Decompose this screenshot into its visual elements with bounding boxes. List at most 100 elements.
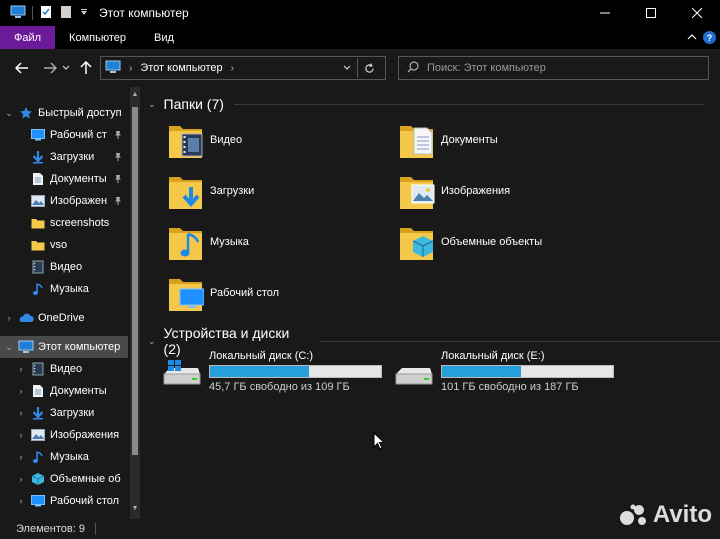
pc-icon xyxy=(18,339,34,355)
music-icon xyxy=(30,449,46,465)
collapsed-chevron-icon[interactable]: › xyxy=(16,496,26,506)
customize-toolbar-icon[interactable] xyxy=(79,7,89,20)
folder-icon xyxy=(30,237,46,253)
folder-download-icon xyxy=(168,171,204,211)
tab-file[interactable]: Файл xyxy=(0,26,56,49)
sidebar-item[interactable]: Загрузки xyxy=(0,146,128,168)
folder-label: Загрузки xyxy=(210,185,255,197)
back-button[interactable] xyxy=(12,56,32,80)
sidebar-item[interactable]: › Объемные об xyxy=(0,468,128,490)
collapsed-chevron-icon[interactable]: › xyxy=(16,386,26,396)
search-field[interactable]: Поиск: Этот компьютер xyxy=(398,56,709,80)
sidebar-item[interactable]: › Загрузки xyxy=(0,402,128,424)
collapsed-chevron-icon[interactable]: › xyxy=(16,364,26,374)
folder-label: Музыка xyxy=(210,236,249,248)
scrollbar-thumb[interactable] xyxy=(132,107,138,455)
tab-view[interactable]: Вид xyxy=(140,26,188,49)
folder-music-icon xyxy=(168,222,204,262)
tab-computer[interactable]: Компьютер xyxy=(55,26,140,49)
sidebar-scrollbar[interactable]: ▲ ▼ xyxy=(130,87,140,519)
help-button[interactable]: ? xyxy=(703,31,716,44)
download-icon xyxy=(30,149,46,165)
sidebar-item[interactable]: vso xyxy=(0,234,128,256)
breadcrumb-chevron-icon[interactable]: › xyxy=(231,63,234,74)
collapsed-chevron-icon[interactable]: › xyxy=(16,430,26,440)
sidebar-item-label: Изображен xyxy=(50,195,108,207)
scroll-up-icon[interactable]: ▲ xyxy=(130,91,140,103)
collapsed-chevron-icon[interactable]: › xyxy=(16,452,26,462)
properties-icon[interactable] xyxy=(39,5,53,22)
sidebar-item[interactable]: › Рабочий стол xyxy=(0,490,128,512)
address-field[interactable]: › Этот компьютер › xyxy=(100,56,386,80)
sidebar-item-label: vso xyxy=(50,239,68,251)
folder-item[interactable]: Документы xyxy=(399,117,619,163)
folder-item[interactable]: Видео xyxy=(168,117,388,163)
ribbon-right-controls: ? xyxy=(687,26,716,49)
drive-usage-bar xyxy=(209,365,382,378)
new-folder-icon[interactable] xyxy=(59,5,73,22)
hard-drive-icon xyxy=(394,360,434,391)
breadcrumb-chevron-icon[interactable]: › xyxy=(129,63,132,74)
drive-item[interactable]: Локальный диск (E:) 101 ГБ свободно из 18… xyxy=(394,350,624,394)
video-icon xyxy=(30,259,46,275)
sidebar-item[interactable]: Документы xyxy=(0,168,128,190)
recent-locations-button[interactable] xyxy=(60,56,72,80)
folder-item[interactable]: Объемные объекты xyxy=(399,219,619,265)
folder-item[interactable]: Музыка xyxy=(168,219,388,265)
sidebar-item[interactable]: screenshots xyxy=(0,212,128,234)
sidebar-item[interactable]: ⌄ Быстрый доступ xyxy=(0,102,128,124)
sidebar-item[interactable]: Рабочий ст xyxy=(0,124,128,146)
minimize-button[interactable] xyxy=(582,0,628,26)
sidebar-item[interactable]: Видео xyxy=(0,256,128,278)
sidebar-item[interactable]: Музыка xyxy=(0,278,128,300)
expanded-chevron-icon[interactable]: ⌄ xyxy=(4,342,14,353)
scroll-down-icon[interactable]: ▼ xyxy=(130,505,140,517)
folder-label: Рабочий стол xyxy=(210,287,280,299)
sidebar-item[interactable]: › Музыка xyxy=(0,446,128,468)
sidebar-item[interactable]: › Видео xyxy=(0,358,128,380)
desktop-icon xyxy=(30,493,46,509)
sidebar-item-label: Видео xyxy=(50,363,83,375)
sidebar-item[interactable]: › Изображения xyxy=(0,424,128,446)
quick-access-toolbar xyxy=(0,5,89,22)
folder-item[interactable]: Загрузки xyxy=(168,168,388,214)
sidebar-item-label: Этот компьютер xyxy=(38,341,121,353)
search-placeholder: Поиск: Этот компьютер xyxy=(427,62,546,74)
folder-item[interactable]: Изображения xyxy=(399,168,619,214)
up-button[interactable] xyxy=(76,56,96,80)
collapse-chevron-icon: ⌄ xyxy=(148,98,156,109)
drive-item[interactable]: Локальный диск (C:) 45,7 ГБ свободно из 1… xyxy=(162,350,392,394)
folder-item[interactable]: Рабочий стол xyxy=(168,270,388,316)
address-dropdown-icon[interactable] xyxy=(343,62,351,74)
maximize-button[interactable] xyxy=(628,0,674,26)
separator xyxy=(94,523,96,535)
folder-icon xyxy=(30,215,46,231)
folder-video-icon xyxy=(168,120,204,160)
sidebar-item-label: screenshots xyxy=(50,217,110,229)
breadcrumb-this-pc[interactable]: Этот компьютер xyxy=(140,62,222,74)
close-button[interactable] xyxy=(674,0,720,26)
sidebar-item[interactable]: ⌄ Этот компьютер xyxy=(0,336,128,358)
sidebar-item[interactable]: › OneDrive xyxy=(0,307,128,329)
expand-ribbon-icon[interactable] xyxy=(687,32,697,44)
folder-pictures-icon xyxy=(399,171,435,211)
drive-name: Локальный диск (E:) xyxy=(441,350,545,362)
pc-icon xyxy=(105,60,121,77)
video-icon xyxy=(30,361,46,377)
arrow-up-icon xyxy=(80,61,92,74)
folders-group-header[interactable]: ⌄ Папки (7) xyxy=(148,96,704,112)
collapsed-chevron-icon[interactable]: › xyxy=(16,408,26,418)
sidebar-item[interactable]: › Документы xyxy=(0,380,128,402)
collapsed-chevron-icon[interactable]: › xyxy=(4,313,14,323)
expanded-chevron-icon[interactable]: ⌄ xyxy=(4,108,14,119)
collapsed-chevron-icon[interactable]: › xyxy=(16,474,26,484)
sidebar-item[interactable]: Изображен xyxy=(0,190,128,212)
refresh-button[interactable] xyxy=(357,58,381,78)
documents-icon xyxy=(30,383,46,399)
content-pane: ⌄ Папки (7) ⌄ Устройства и диски (2) Вид… xyxy=(140,87,720,519)
drive-usage-fill xyxy=(210,366,310,377)
desktop-icon xyxy=(30,127,46,143)
forward-button[interactable] xyxy=(40,56,60,80)
sidebar-item-label: Музыка xyxy=(50,283,89,295)
address-toolbar: › Этот компьютер › Поиск: Этот компьютер xyxy=(0,49,720,87)
